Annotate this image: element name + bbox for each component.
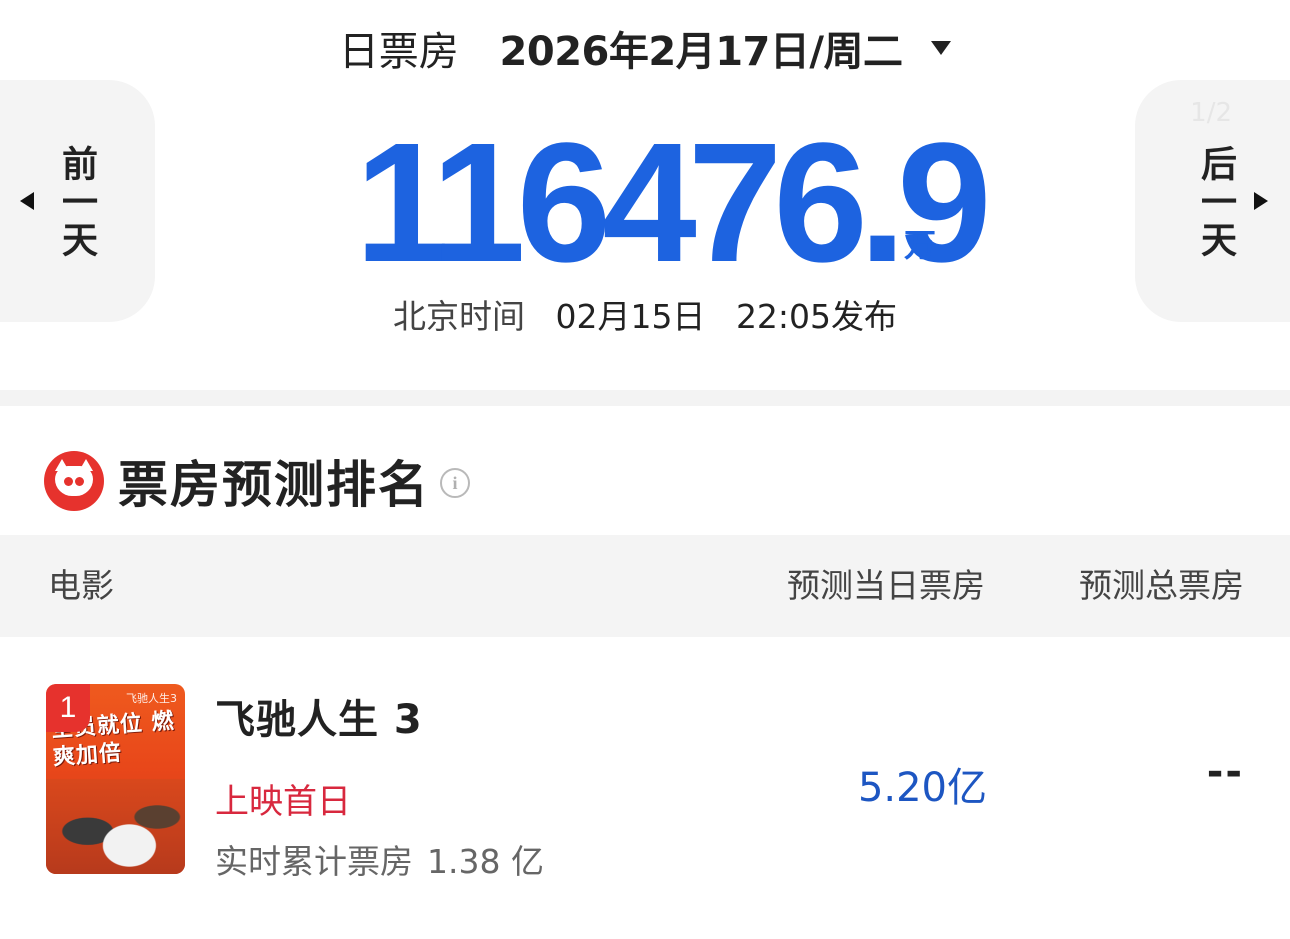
- section-divider: [0, 390, 1290, 406]
- column-header-movie: 电影: [48, 566, 114, 605]
- next-day-button[interactable]: 1/2 后一天: [1135, 80, 1290, 322]
- publish-info: 北京时间 02月15日 22:05发布: [0, 292, 1290, 342]
- poster-artwork: [46, 779, 185, 874]
- previous-day-label: 前一天: [56, 145, 97, 259]
- movie-title[interactable]: 飞驰人生 3: [215, 687, 423, 745]
- publish-timezone: 北京时间: [392, 297, 525, 336]
- arrow-right-icon: [1254, 192, 1268, 210]
- ranking-title: 票房预测排名: [118, 456, 430, 514]
- rank-badge: 1: [46, 684, 90, 732]
- info-icon[interactable]: i: [440, 468, 470, 498]
- ranking-header: 票房预测排名 i: [44, 445, 470, 517]
- release-status: 上映首日: [215, 782, 351, 822]
- table-row[interactable]: 全员就位 燃爽加倍 飞驰人生3 1 飞驰人生 3 上映首日 实时累计票房 1.38…: [0, 637, 1290, 939]
- maoyan-cat-logo-icon: [44, 451, 104, 511]
- poster-logo: 飞驰人生3: [126, 692, 177, 705]
- date-selector[interactable]: 日票房 2026年2月17日/周二: [0, 22, 1290, 82]
- page-indicator: 1/2: [1190, 98, 1232, 128]
- total-forecast-value: --: [1206, 749, 1244, 795]
- total-boxoffice-value: 116476.9: [355, 108, 992, 298]
- movie-poster[interactable]: 全员就位 燃爽加倍 飞驰人生3 1: [46, 684, 185, 874]
- ranking-table-header: 电影 预测当日票房 预测总票房: [0, 535, 1290, 637]
- column-header-day-forecast[interactable]: 预测当日票房: [787, 535, 985, 637]
- publish-date: 02月15日: [555, 297, 706, 336]
- column-header-total-forecast[interactable]: 预测总票房: [1079, 535, 1244, 637]
- next-day-label: 后一天: [1195, 145, 1236, 259]
- cumulative-value: 1.38 亿: [427, 842, 544, 881]
- daily-boxoffice-label: 日票房: [338, 29, 459, 75]
- cumulative-boxoffice: 实时累计票房 1.38 亿: [215, 835, 558, 883]
- total-boxoffice-unit: 万: [904, 226, 937, 264]
- publish-time: 22:05发布: [735, 297, 898, 336]
- previous-day-button[interactable]: 前一天: [0, 80, 155, 322]
- selected-date[interactable]: 2026年2月17日/周二: [500, 29, 903, 75]
- arrow-left-icon: [20, 192, 34, 210]
- caret-down-icon[interactable]: [931, 41, 952, 55]
- day-forecast-value: 5.20亿: [857, 765, 987, 811]
- cumulative-label: 实时累计票房: [215, 842, 413, 881]
